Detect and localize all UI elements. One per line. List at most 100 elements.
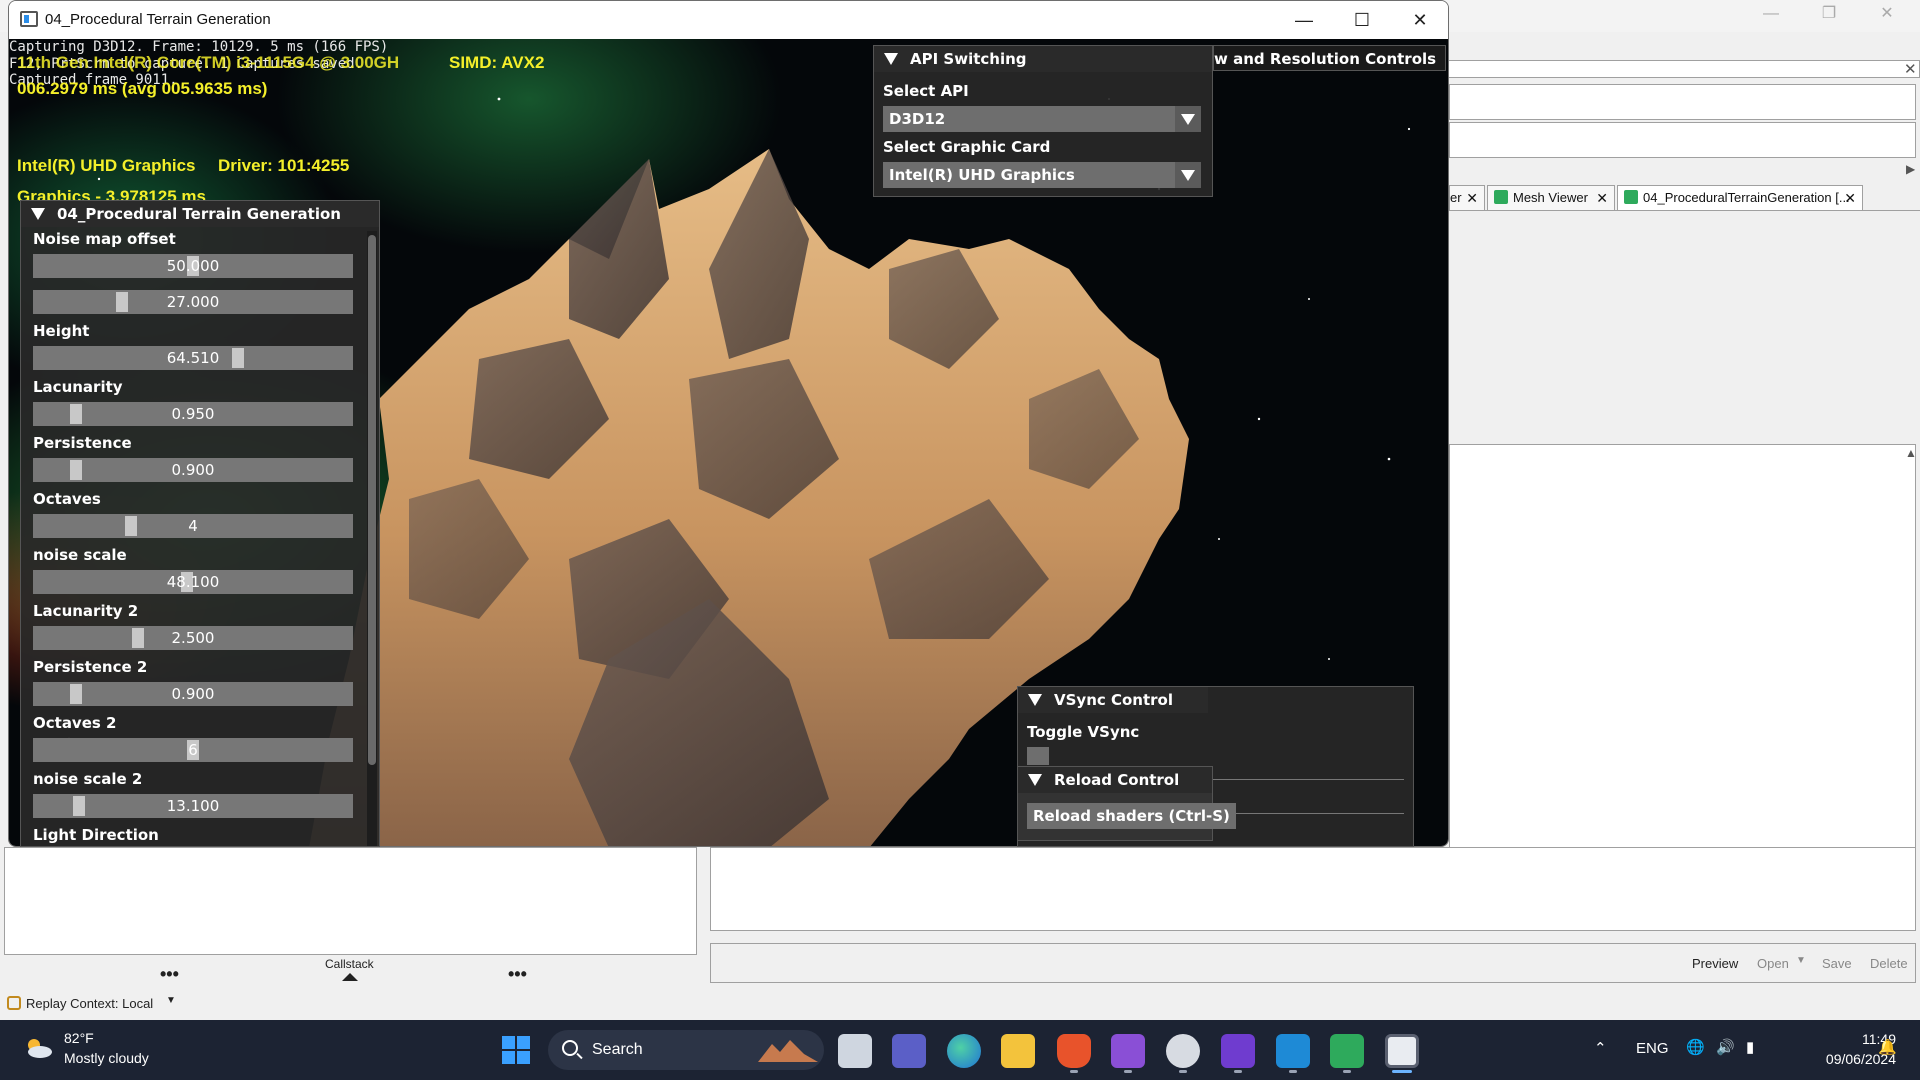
start-button[interactable] — [502, 1036, 532, 1066]
active-indicator — [1392, 1070, 1412, 1073]
callstack-expand-icon[interactable] — [342, 973, 358, 981]
vscode-icon[interactable] — [1276, 1034, 1310, 1068]
replay-context-label[interactable]: Replay Context: Local — [26, 996, 153, 1011]
scroll-up-icon[interactable]: ▲ — [1905, 446, 1917, 460]
slider-control[interactable]: 48.100 — [33, 570, 353, 594]
collapse-icon[interactable] — [1028, 774, 1042, 786]
brave-browser-icon[interactable] — [1057, 1034, 1091, 1068]
save-button[interactable]: Save — [1822, 956, 1852, 971]
delete-button[interactable]: Delete — [1870, 956, 1908, 971]
desktop: — ❐ ✕ ✕ ▶ er ✕ Mesh Viewer ✕ 04_Procedur… — [0, 0, 1920, 1080]
slider-control[interactable]: 0.900 — [33, 682, 353, 706]
host-restore-button[interactable]: ❐ — [1800, 0, 1858, 28]
slider-value: 6 — [188, 741, 198, 759]
reload-panel-header[interactable]: Reload Control — [1018, 767, 1212, 793]
slider-control[interactable]: 13.100 — [33, 794, 353, 818]
select-api-dropdown[interactable]: D3D12 — [883, 106, 1201, 132]
frame-time-text: 006.2979 ms (avg 005.9635 ms) — [17, 79, 268, 98]
slider-control[interactable]: 27.000 — [33, 290, 353, 314]
running-indicator — [1179, 1070, 1187, 1073]
reload-shaders-button[interactable]: Reload shaders (Ctrl-S) — [1027, 803, 1236, 829]
show-hidden-icons-chevron-icon[interactable]: ⌃ — [1594, 1039, 1607, 1057]
slider-label: noise scale — [33, 546, 127, 564]
tab-mesh-viewer[interactable]: Mesh Viewer ✕ — [1487, 185, 1615, 211]
preview-button[interactable]: Preview — [1692, 956, 1738, 971]
reload-control-panel: Reload Control Reload shaders (Ctrl-S) — [1017, 766, 1236, 841]
file-explorer-icon[interactable] — [1001, 1034, 1035, 1068]
collapse-icon[interactable] — [31, 208, 45, 220]
host-lower-right-panel — [710, 847, 1916, 931]
replay-context-dropdown-icon[interactable]: ▼ — [166, 995, 176, 1006]
host-lower-left-panel — [4, 847, 697, 955]
tab-close-icon[interactable]: ✕ — [1466, 186, 1478, 210]
slider-control[interactable]: 4 — [33, 514, 353, 538]
collapse-icon[interactable] — [884, 53, 898, 65]
slider-value: 50.000 — [166, 257, 220, 275]
tab-partial[interactable]: er ✕ — [1449, 185, 1485, 211]
running-indicator — [1289, 1070, 1297, 1073]
running-indicator — [1124, 1070, 1132, 1073]
network-icon[interactable]: 🌐 — [1686, 1038, 1705, 1056]
demo-titlebar[interactable]: 04_Procedural Terrain Generation — ☐ ✕ — [9, 1, 1448, 39]
panel-scrollbar[interactable] — [367, 231, 377, 846]
notifications-bell-icon[interactable]: 🔔 — [1878, 1038, 1897, 1056]
terrain-demo-app-icon[interactable] — [1385, 1034, 1419, 1068]
visual-studio-icon[interactable] — [1111, 1034, 1145, 1068]
capture-icon — [1624, 190, 1638, 204]
slider-control[interactable]: 6 — [33, 738, 353, 762]
host-toolbar-strip — [1449, 60, 1920, 78]
task-view-icon[interactable] — [838, 1034, 872, 1068]
teams-icon[interactable] — [892, 1034, 926, 1068]
slider-label: Octaves 2 — [33, 714, 117, 732]
slider-value: 4 — [188, 517, 198, 535]
vsync-checkbox[interactable] — [1027, 747, 1049, 765]
slider-control[interactable]: 0.900 — [33, 458, 353, 482]
taskbar-search[interactable]: Search — [548, 1030, 824, 1070]
host-close-button[interactable]: ✕ — [1858, 0, 1916, 28]
unity-icon[interactable] — [1166, 1034, 1200, 1068]
running-indicator — [1343, 1070, 1351, 1073]
tab-close-icon[interactable]: ✕ — [1596, 186, 1608, 210]
select-graphic-card-dropdown[interactable]: Intel(R) UHD Graphics — [883, 162, 1201, 188]
resolution-controls-panel[interactable]: w and Resolution Controls — [1213, 45, 1446, 71]
edge-browser-icon[interactable] — [947, 1034, 981, 1068]
host-input-area-2[interactable] — [1449, 122, 1916, 158]
slider-control[interactable]: 0.950 — [33, 402, 353, 426]
dropdown-arrow-icon[interactable] — [1175, 162, 1201, 188]
visual-studio-2-icon[interactable] — [1221, 1034, 1255, 1068]
host-minimize-button[interactable]: — — [1742, 0, 1800, 28]
renderdoc-icon[interactable] — [1330, 1034, 1364, 1068]
tab-procedural-terrain[interactable]: 04_ProceduralTerrainGeneration [... ✕ — [1617, 185, 1863, 211]
maximize-button[interactable]: ☐ — [1333, 1, 1391, 39]
dropdown-arrow-icon[interactable] — [1175, 106, 1201, 132]
more-options-icon-2[interactable]: ••• — [508, 964, 527, 985]
battery-icon[interactable]: ▮ — [1746, 1038, 1754, 1056]
slider-control[interactable]: 64.510 — [33, 346, 353, 370]
mesh-viewer-icon — [1494, 190, 1508, 204]
open-button[interactable]: Open — [1757, 956, 1789, 971]
vsync-panel-header[interactable]: VSync Control — [1018, 687, 1208, 713]
weather-condition[interactable]: Mostly cloudy — [64, 1050, 149, 1066]
search-icon — [562, 1040, 578, 1056]
slider-control[interactable]: 2.500 — [33, 626, 353, 650]
host-input-area[interactable] — [1449, 84, 1916, 120]
resolution-panel-title: w and Resolution Controls — [1214, 50, 1437, 68]
slider-control[interactable]: 50.000 — [33, 254, 353, 278]
volume-icon[interactable]: 🔊 — [1716, 1038, 1735, 1056]
slider-label: Persistence — [33, 434, 132, 452]
open-dropdown-icon[interactable]: ▼ — [1796, 955, 1806, 966]
more-options-icon[interactable]: ••• — [160, 964, 179, 985]
scroll-right-icon[interactable]: ▶ — [1906, 162, 1915, 176]
weather-temp[interactable]: 82°F — [64, 1030, 94, 1046]
panel-scrollbar-grab[interactable] — [368, 235, 376, 765]
collapse-icon[interactable] — [1028, 694, 1042, 706]
callstack-label[interactable]: Callstack — [325, 957, 374, 971]
terrain-panel-header[interactable]: 04_Procedural Terrain Generation — [21, 201, 379, 227]
api-panel-header[interactable]: API Switching — [874, 46, 1212, 72]
tab-close-icon[interactable]: ✕ — [1844, 186, 1856, 210]
driver-text: Driver: 101:4255 — [218, 156, 350, 175]
close-button[interactable]: ✕ — [1391, 1, 1448, 39]
minimize-button[interactable]: — — [1275, 1, 1333, 39]
host-panel-close-icon[interactable]: ✕ — [1904, 60, 1917, 78]
language-indicator[interactable]: ENG — [1636, 1040, 1669, 1057]
